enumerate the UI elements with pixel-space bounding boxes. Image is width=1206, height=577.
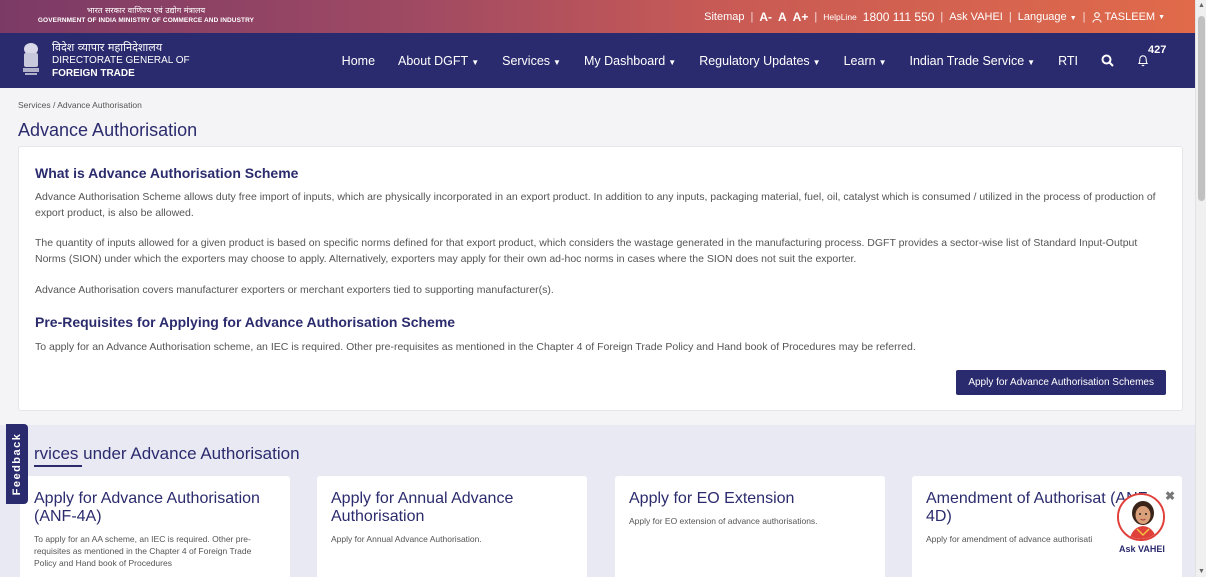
brand-line2: DIRECTORATE GENERAL OF — [52, 55, 190, 66]
title-underline — [34, 465, 82, 467]
main-content: Services / Advance Authorisation Advance… — [0, 88, 1195, 425]
notifications-button[interactable]: 427 — [1137, 44, 1173, 67]
service-card-annual[interactable]: Apply for Annual Advance Authorisation A… — [317, 476, 587, 577]
nav-item-home[interactable]: Home — [342, 54, 375, 68]
vahei-label: Ask VAHEI — [1119, 544, 1165, 554]
chevron-down-icon: ▼ — [471, 57, 480, 67]
font-increase-button[interactable]: A+ — [793, 10, 809, 24]
gov-hindi-text: भारत सरकार वाणिज्य एवं उद्योग मंत्रालय — [86, 6, 206, 15]
helpline-number[interactable]: 1800 111 550 — [863, 10, 935, 24]
scroll-thumb[interactable] — [1198, 16, 1205, 201]
language-dropdown[interactable]: Language ▼ — [1018, 11, 1077, 23]
search-icon[interactable] — [1101, 54, 1114, 67]
nav-item-learn[interactable]: Learn ▼ — [844, 54, 887, 68]
national-emblem-icon — [23, 43, 39, 75]
service-card-desc: To apply for an AA scheme, an IEC is req… — [34, 534, 252, 568]
assistant-avatar-icon — [1119, 495, 1163, 539]
nav-item-services[interactable]: Services ▼ — [502, 54, 561, 68]
chevron-down-icon: ▼ — [553, 57, 561, 67]
utility-links: Sitemap | A- A A+ | HelpLine 1800 111 55… — [704, 10, 1165, 24]
ask-vahei-link[interactable]: Ask VAHEI — [949, 11, 1003, 23]
nav-item-about-dgft[interactable]: About DGFT ▼ — [398, 54, 479, 68]
chevron-down-icon: ▼ — [878, 57, 887, 67]
scroll-down-icon[interactable]: ▼ — [1198, 568, 1205, 575]
chevron-down-icon: ▼ — [812, 57, 821, 67]
main-navbar: विदेश व्यापार महानिदेशालय DIRECTORATE GE… — [0, 33, 1195, 88]
chevron-down-icon: ▼ — [1069, 15, 1077, 22]
helpline-label: HelpLine — [823, 12, 857, 22]
feedback-tab[interactable]: Feedback — [6, 424, 28, 504]
feedback-label: Feedback — [11, 432, 23, 496]
brand-hindi: विदेश व्यापार महानिदेशालय — [52, 41, 163, 54]
font-normal-button[interactable]: A — [778, 10, 787, 24]
brand-logo-text[interactable]: विदेश व्यापार महानिदेशालय DIRECTORATE GE… — [52, 41, 190, 80]
vahei-avatar — [1117, 493, 1165, 541]
nav-item-my-dashboard[interactable]: My Dashboard ▼ — [584, 54, 676, 68]
prerequisites-heading: Pre-Requisites for Applying for Advance … — [35, 314, 456, 330]
user-name: TASLEEM — [1104, 11, 1156, 23]
gov-english-text: GOVERNMENT OF INDIA MINISTRY OF COMMERCE… — [37, 17, 255, 24]
brand-line3: FOREIGN TRADE — [52, 68, 135, 79]
scheme-description: Advance Authorisation Scheme allows duty… — [35, 191, 1156, 219]
close-icon[interactable]: ✖ — [1165, 489, 1175, 503]
notification-count: 427 — [1148, 44, 1167, 56]
scroll-up-icon[interactable]: ▲ — [1198, 2, 1205, 9]
scheme-norms-text: The quantity of inputs allowed for a giv… — [35, 237, 1138, 265]
ask-vahei-widget[interactable]: ✖ Ask VAHEI — [1111, 489, 1175, 563]
nav-menu: Home About DGFT ▼ Services ▼ My Dashboard ▼… — [342, 33, 1173, 88]
scheme-coverage-text: Advance Authorisation covers manufacture… — [35, 284, 554, 296]
nav-item-indian-trade-service[interactable]: Indian Trade Service ▼ — [910, 54, 1036, 68]
top-strip: भारत सरकार वाणिज्य एवं उद्योग मंत्रालय G… — [0, 0, 1195, 33]
services-section: rvices under Advance Authorisation Apply… — [0, 425, 1195, 577]
scheme-heading: What is Advance Authorisation Scheme — [35, 165, 299, 181]
service-card-anf-4a[interactable]: Apply for Advance Authorisation (ANF-4A)… — [20, 476, 290, 577]
services-section-title: rvices under Advance Authorisation — [34, 444, 300, 463]
user-menu[interactable]: TASLEEM ▼ — [1091, 11, 1165, 23]
nav-item-regulatory-updates[interactable]: Regulatory Updates ▼ — [699, 54, 820, 68]
service-card-desc: Apply for EO extension of advance author… — [629, 516, 818, 526]
service-card-title: Apply for Advance Authorisation (ANF-4A) — [34, 490, 260, 525]
chevron-down-icon: ▼ — [1027, 57, 1036, 67]
font-decrease-button[interactable]: A- — [759, 10, 772, 24]
page-scrollbar[interactable]: ▲ ▼ — [1195, 0, 1206, 577]
service-card-title: Apply for EO Extension — [629, 490, 795, 507]
apply-advance-authorisation-button[interactable]: Apply for Advance Authorisation Schemes — [956, 370, 1166, 395]
nav-item-rti[interactable]: RTI — [1058, 54, 1078, 68]
breadcrumb[interactable]: Services / Advance Authorisation — [18, 100, 142, 110]
sitemap-link[interactable]: Sitemap — [704, 11, 744, 23]
user-icon — [1091, 11, 1102, 23]
page-title: Advance Authorisation — [18, 120, 198, 140]
chevron-down-icon: ▼ — [668, 57, 677, 67]
prerequisites-text: To apply for an Advance Authorisation sc… — [35, 341, 916, 353]
service-card-eo-extension[interactable]: Apply for EO Extension Apply for EO exte… — [615, 476, 885, 577]
service-card-title: Apply for Annual Advance Authorisation — [331, 490, 514, 525]
chevron-down-icon: ▼ — [1158, 13, 1165, 21]
info-card: What is Advance Authorisation Scheme Adv… — [18, 146, 1183, 411]
service-card-desc: Apply for Annual Advance Authorisation. — [331, 534, 482, 544]
government-label: भारत सरकार वाणिज्य एवं उद्योग मंत्रालय G… — [16, 6, 276, 26]
